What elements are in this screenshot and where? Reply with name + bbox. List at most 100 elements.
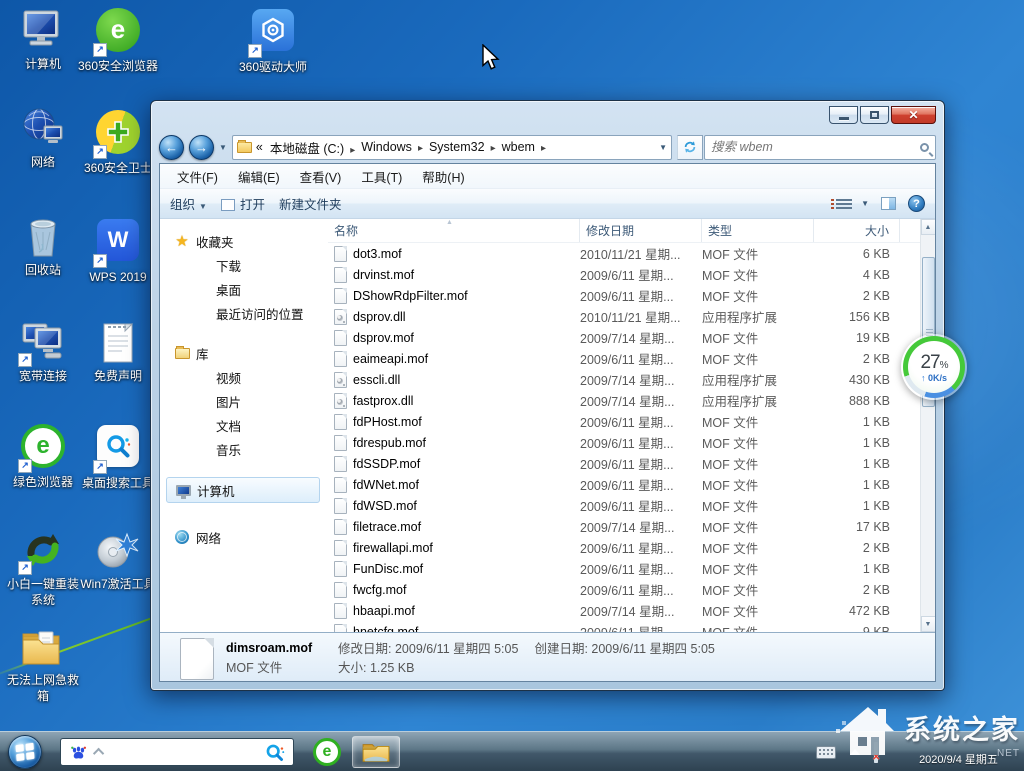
breadcrumb-item[interactable]: 本地磁盘 (C:) (267, 138, 358, 157)
file-row[interactable]: fdSSDP.mof 2009/6/11 星期... MOF 文件 1 KB (328, 453, 920, 474)
search-icon[interactable] (920, 143, 929, 152)
breadcrumb-item[interactable]: Windows (358, 140, 426, 154)
file-row[interactable]: drvinst.mof 2009/6/11 星期... MOF 文件 4 KB (328, 264, 920, 285)
search-input[interactable] (711, 140, 920, 154)
taskbar-green-browser-button[interactable]: e (310, 736, 344, 768)
desktop-icon-wps[interactable]: W ↗ WPS 2019 (77, 216, 159, 286)
nav-item[interactable]: 图片 (160, 389, 328, 413)
menu-item[interactable]: 文件(F) (168, 164, 227, 189)
column-header-type[interactable]: 类型 (702, 219, 814, 242)
vertical-scrollbar[interactable]: ▲ ▼ (920, 219, 935, 632)
desktop-icon-desk-search[interactable]: ↗ 桌面搜索工具 (77, 422, 159, 492)
refresh-button[interactable] (677, 135, 703, 160)
file-row[interactable]: dsprov.dll 2010/11/21 星期... 应用程序扩展 156 K… (328, 306, 920, 327)
nav-favorites[interactable]: ★ 收藏夹 (160, 229, 328, 253)
file-row[interactable]: fdPHost.mof 2009/6/11 星期... MOF 文件 1 KB (328, 411, 920, 432)
file-row[interactable]: fastprox.dll 2009/7/14 星期... 应用程序扩展 888 … (328, 390, 920, 411)
desktop-icon-network[interactable]: 网络 (2, 104, 84, 171)
network-tray-icon[interactable]: ✕ (874, 744, 894, 760)
scrollbar-track[interactable] (921, 235, 936, 616)
file-row[interactable]: firewallapi.mof 2009/6/11 星期... MOF 文件 2… (328, 537, 920, 558)
chevron-up-icon[interactable] (93, 748, 104, 759)
file-row[interactable]: dsprov.mof 2009/7/14 星期... MOF 文件 19 KB (328, 327, 920, 348)
nav-computer[interactable]: 计算机 (166, 477, 320, 503)
nav-item[interactable]: 音乐 (160, 437, 328, 461)
so-search-icon[interactable] (264, 742, 285, 763)
file-row[interactable]: fdWSD.mof 2009/6/11 星期... MOF 文件 1 KB (328, 495, 920, 516)
explorer-folder-icon (361, 740, 391, 764)
menu-item[interactable]: 帮助(H) (413, 164, 473, 189)
views-button[interactable]: ▼ (836, 199, 869, 209)
menu-item[interactable]: 编辑(E) (229, 164, 289, 189)
address-toolbar: ← → ▼ « 本地磁盘 (C:)WindowsSystem32wbem ▼ (151, 131, 944, 163)
file-row[interactable]: eaimeapi.mof 2009/6/11 星期... MOF 文件 2 KB (328, 348, 920, 369)
desktop-icon-broadband[interactable]: ↗ 宽带连接 (2, 318, 84, 385)
file-row[interactable]: FunDisc.mof 2009/6/11 星期... MOF 文件 1 KB (328, 558, 920, 579)
desktop-icon-win7-activator[interactable]: Win7激活工具 (77, 526, 159, 593)
nav-item[interactable]: 视频 (160, 365, 328, 389)
organize-button[interactable]: 组织▼ (170, 194, 207, 213)
open-button[interactable]: 打开 (221, 194, 265, 213)
desktop-icon-computer[interactable]: 计算机 (2, 6, 84, 73)
file-row[interactable]: hbaapi.mof 2009/7/14 星期... MOF 文件 472 KB (328, 600, 920, 621)
file-row[interactable]: fdrespub.mof 2009/6/11 星期... MOF 文件 1 KB (328, 432, 920, 453)
desktop-icon-xiaobai[interactable]: ↗ 小白一键重装系统 (2, 526, 84, 608)
scroll-down-icon[interactable]: ▼ (921, 616, 936, 632)
taskbar-explorer-button[interactable] (352, 736, 400, 768)
file-row[interactable]: fwcfg.mof 2009/6/11 星期... MOF 文件 2 KB (328, 579, 920, 600)
file-row[interactable]: esscli.dll 2009/7/14 星期... 应用程序扩展 430 KB (328, 369, 920, 390)
file-row[interactable]: hnetcfg.mof 2009/6/11 星期... MOF 文件 9 KB (328, 621, 920, 632)
new-folder-button[interactable]: 新建文件夹 (279, 194, 342, 213)
nav-item[interactable]: 下载 (160, 253, 328, 277)
desktop-icon-360-driver[interactable]: ↗ 360驱动大师 (232, 6, 314, 76)
360-driver-icon: ↗ (249, 9, 297, 57)
window-titlebar[interactable]: ✕ (151, 101, 944, 131)
desktop-icon-notice[interactable]: 免费声明 (77, 318, 159, 385)
breadcrumb-item[interactable]: wbem (499, 140, 549, 154)
column-header-name[interactable]: 名称 (328, 219, 580, 242)
green-browser-icon: e ↗ (19, 424, 67, 472)
history-dropdown-icon[interactable]: ▼ (219, 143, 227, 152)
desktop-icon-rescue-box[interactable]: 无法上网急救箱 (2, 622, 84, 704)
search-box[interactable] (704, 135, 936, 160)
nav-item[interactable]: 桌面 (160, 277, 328, 301)
file-row[interactable]: fdWNet.mof 2009/6/11 星期... MOF 文件 1 KB (328, 474, 920, 495)
nav-network[interactable]: 网络 (160, 525, 328, 549)
crumb-overflow[interactable]: « (256, 140, 263, 154)
scroll-up-icon[interactable]: ▲ (921, 219, 936, 235)
forward-button[interactable]: → (189, 135, 214, 160)
address-bar[interactable]: « 本地磁盘 (C:)WindowsSystem32wbem ▼ (232, 135, 672, 160)
desktop-icon-green-browser[interactable]: e ↗ 绿色浏览器 (2, 422, 84, 491)
desktop-icon-360-browser[interactable]: e ↗ 360安全浏览器 (77, 6, 159, 75)
desktop-icon-label: 回收站 (2, 263, 84, 279)
minimize-button[interactable] (829, 106, 858, 124)
show-hidden-icons[interactable] (850, 749, 860, 755)
taskbar-search-box[interactable] (60, 738, 294, 766)
desktop-icon-360-safe[interactable]: ↗ 360安全卫士 (77, 108, 159, 177)
menu-item[interactable]: 工具(T) (352, 164, 411, 189)
back-button[interactable]: ← (159, 135, 184, 160)
file-row[interactable]: filetrace.mof 2009/7/14 星期... MOF 文件 17 … (328, 516, 920, 537)
file-type-icon (334, 456, 347, 472)
help-button[interactable]: ? (908, 195, 925, 212)
start-button[interactable] (8, 735, 42, 769)
column-header-size[interactable]: 大小 (814, 219, 900, 242)
breadcrumb-item[interactable]: System32 (426, 140, 499, 154)
nav-item[interactable]: 文档 (160, 413, 328, 437)
nav-libraries[interactable]: 库 (160, 341, 328, 365)
file-type-icon (334, 561, 347, 577)
keyboard-tray-icon[interactable] (816, 746, 836, 759)
desktop-icon-recycle-bin[interactable]: 回收站 (2, 212, 84, 279)
file-row[interactable]: dot3.mof 2010/11/21 星期... MOF 文件 6 KB (328, 243, 920, 264)
nav-item[interactable]: 最近访问的位置 (160, 301, 328, 325)
taskbar-clock-date[interactable]: 2020/9/4 星期五 (901, 751, 1016, 767)
maximize-button[interactable] (860, 106, 889, 124)
file-row[interactable]: DShowRdpFilter.mof 2009/6/11 星期... MOF 文… (328, 285, 920, 306)
close-icon: ✕ (908, 108, 918, 122)
address-dropdown-icon[interactable]: ▼ (659, 143, 667, 152)
speed-monitor-widget[interactable]: 27% ↑ 0K/s (901, 334, 967, 400)
column-header-date[interactable]: 修改日期 (580, 219, 702, 242)
close-button[interactable]: ✕ (891, 106, 936, 124)
menu-item[interactable]: 查看(V) (291, 164, 351, 189)
preview-pane-button[interactable] (881, 197, 896, 210)
